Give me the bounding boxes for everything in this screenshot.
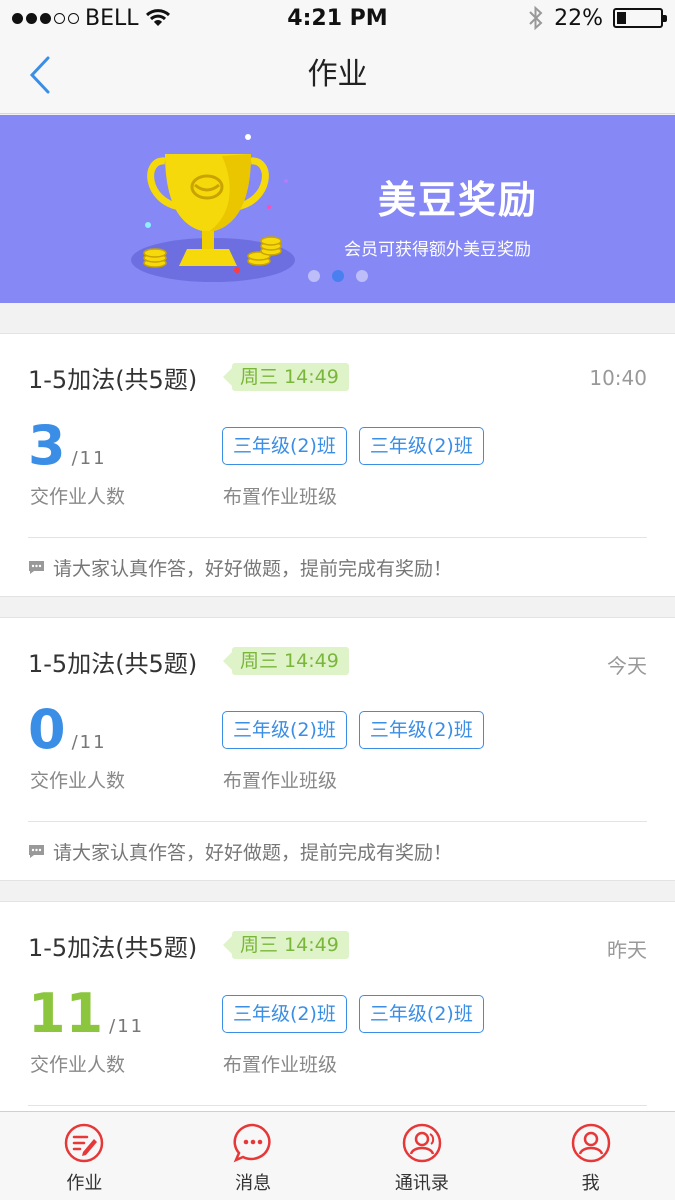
class-tag[interactable]: 三年级(2)班 [222, 995, 347, 1033]
signal-strength-icon [12, 12, 79, 24]
battery-level [617, 12, 626, 24]
class-tag[interactable]: 三年级(2)班 [222, 427, 347, 465]
comment-icon [29, 845, 44, 858]
classes-label: 布置作业班级 [223, 1054, 338, 1076]
tab-contacts[interactable]: 通讯录 [338, 1112, 507, 1200]
due-time-tag: 周三 14:49 [223, 647, 349, 675]
submitted-label: 交作业人数 [30, 770, 126, 792]
status-bar: BELL 4:21 PM 22% [0, 0, 675, 36]
contacts-icon [402, 1123, 442, 1163]
trophy-icon [131, 134, 295, 282]
due-time-tag: 周三 14:49 [223, 931, 349, 959]
banner-pagination[interactable] [308, 270, 368, 282]
total-count: /11 [71, 732, 107, 753]
assignment-title: 1-5加法(共5题) [28, 650, 198, 678]
tab-bar: 作业 消息 通讯录 我 [0, 1111, 675, 1200]
assignment-note: 请大家认真作答，好好做题，提前完成有奖励！ [28, 838, 452, 865]
page-title: 作业 [307, 57, 368, 92]
battery-icon [613, 8, 667, 28]
message-icon [233, 1123, 271, 1163]
bluetooth-icon [529, 5, 543, 31]
promo-banner[interactable]: 美豆奖励 会员可获得额外美豆奖励 [0, 115, 675, 303]
assignment-title: 1-5加法(共5题) [28, 366, 198, 394]
divider [28, 537, 647, 538]
class-tags: 三年级(2)班 三年级(2)班 [222, 995, 484, 1033]
banner-page-dot[interactable] [332, 270, 344, 282]
assignment-date: 昨天 [607, 938, 647, 962]
class-tag[interactable]: 三年级(2)班 [358, 427, 484, 465]
assignment-title: 1-5加法(共5题) [28, 934, 198, 962]
total-count: /11 [109, 1016, 145, 1037]
divider [28, 1105, 647, 1106]
divider [28, 821, 647, 822]
submitted-label: 交作业人数 [30, 486, 126, 508]
class-tag[interactable]: 三年级(2)班 [358, 995, 484, 1033]
battery-percent: 22% [554, 5, 603, 31]
submitted-number: 0 [28, 698, 66, 761]
class-tag[interactable]: 三年级(2)班 [358, 711, 484, 749]
submission-count: 3/11 [28, 416, 107, 489]
class-tag[interactable]: 三年级(2)班 [222, 711, 347, 749]
note-text: 请大家认真作答，好好做题，提前完成有奖励！ [53, 558, 453, 580]
tab-homework[interactable]: 作业 [0, 1112, 169, 1200]
banner-page-dot[interactable] [356, 270, 368, 282]
wifi-icon [145, 9, 170, 26]
homework-icon [65, 1123, 104, 1163]
classes-label: 布置作业班级 [223, 486, 338, 508]
total-count: /11 [71, 448, 107, 469]
classes-label: 布置作业班级 [223, 770, 338, 792]
submission-count: 11/11 [28, 984, 144, 1057]
tab-label: 通讯录 [394, 1173, 449, 1194]
assignment-note: 请大家认真作答，好好做题，提前完成有奖励！ [28, 554, 452, 581]
status-left: BELL [12, 6, 171, 31]
assignment-card[interactable]: 1-5加法(共5题) 周三 14:49 今天 0/11 交作业人数 三年级(2)… [0, 617, 675, 881]
profile-icon [571, 1123, 610, 1163]
due-time-tag: 周三 14:49 [223, 363, 349, 391]
carrier-name: BELL [85, 5, 139, 31]
banner-title: 美豆奖励 [378, 178, 539, 222]
comment-icon [29, 561, 44, 574]
status-right: 22% [528, 5, 667, 31]
submitted-label: 交作业人数 [30, 1054, 126, 1076]
banner-page-dot[interactable] [308, 270, 320, 282]
submission-count: 0/11 [28, 700, 107, 773]
banner-subtitle: 会员可获得额外美豆奖励 [344, 240, 531, 260]
tab-label: 消息 [235, 1173, 272, 1194]
note-text: 请大家认真作答，好好做题，提前完成有奖励！ [53, 842, 453, 864]
submitted-number: 11 [28, 982, 104, 1045]
tab-label: 作业 [66, 1173, 103, 1194]
tab-label: 我 [581, 1173, 600, 1194]
assignment-card[interactable]: 1-5加法(共5题) 周三 14:49 10:40 3/11 交作业人数 三年级… [0, 333, 675, 597]
assignment-date: 10:40 [589, 366, 647, 390]
class-tags: 三年级(2)班 三年级(2)班 [222, 711, 484, 749]
submitted-number: 3 [28, 414, 66, 477]
assignment-date: 今天 [607, 654, 647, 678]
tab-me[interactable]: 我 [506, 1112, 675, 1200]
nav-bar: 作业 [0, 36, 675, 114]
class-tags: 三年级(2)班 三年级(2)班 [222, 427, 484, 465]
tab-messages[interactable]: 消息 [169, 1112, 338, 1200]
